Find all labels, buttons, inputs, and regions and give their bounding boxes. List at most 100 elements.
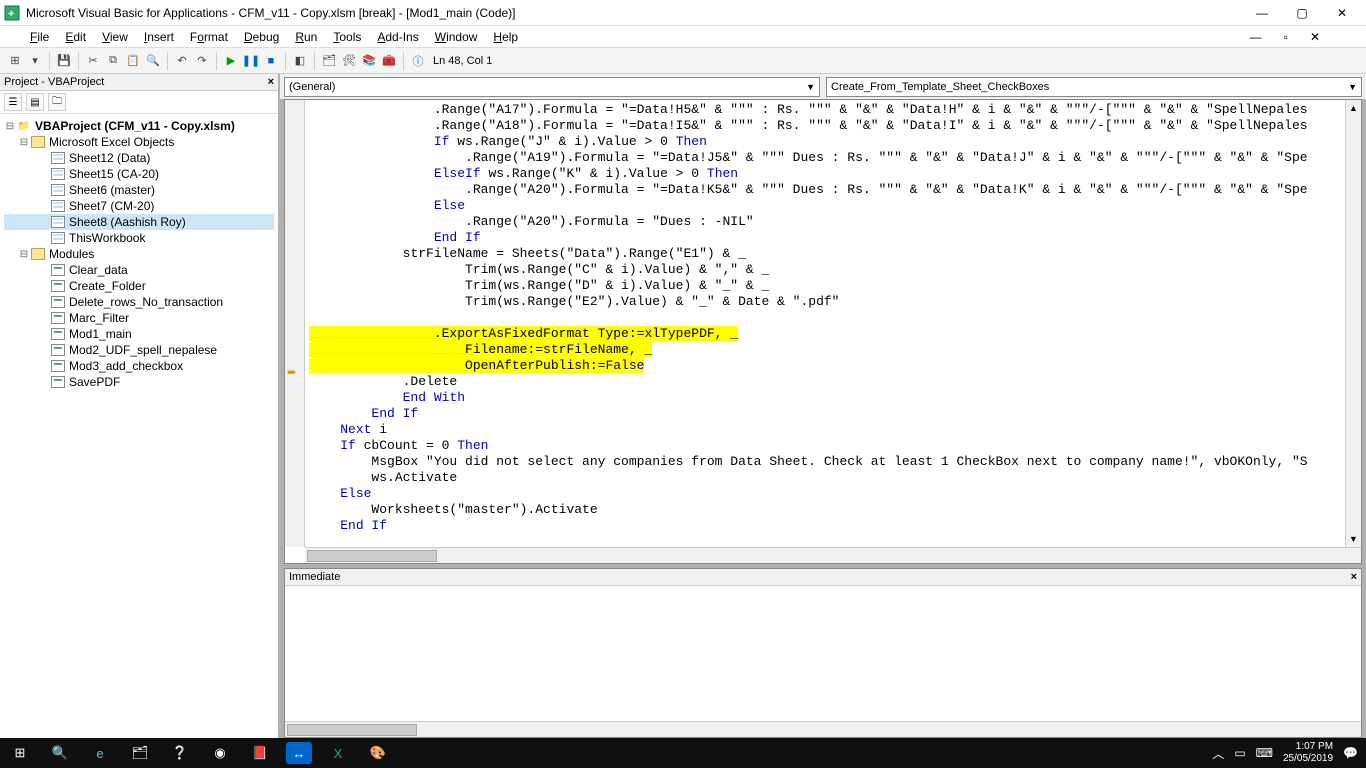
svg-text:✦: ✦: [7, 9, 15, 20]
code-gutter: ➨: [285, 100, 305, 547]
tree-sheet-item[interactable]: Sheet12 (Data): [4, 150, 274, 166]
save-icon[interactable]: 💾: [55, 52, 73, 70]
excel-icon[interactable]: X: [318, 738, 358, 768]
window-controls: — ▢ ✕: [1242, 0, 1362, 25]
menu-format[interactable]: Format: [190, 30, 228, 44]
tray-battery-icon[interactable]: ▭: [1234, 746, 1245, 760]
find-icon[interactable]: 🔍: [144, 52, 162, 70]
mdi-close[interactable]: ✕: [1310, 30, 1320, 44]
properties-icon[interactable]: 🛠: [340, 52, 358, 70]
immediate-input[interactable]: [285, 586, 1361, 721]
modules-label: Modules: [49, 247, 94, 261]
scroll-up-icon[interactable]: ▲: [1346, 100, 1361, 116]
menu-run[interactable]: Run: [295, 30, 317, 44]
cut-icon[interactable]: ✂: [84, 52, 102, 70]
menu-debug[interactable]: Debug: [244, 30, 279, 44]
view-object-icon[interactable]: ▤: [26, 93, 44, 111]
tree-module-item[interactable]: Clear_data: [4, 262, 274, 278]
menu-tools[interactable]: Tools: [333, 30, 361, 44]
project-explorer-icon[interactable]: 🗂: [320, 52, 338, 70]
redo-icon[interactable]: ↷: [193, 52, 211, 70]
menu-bar: File Edit View Insert Format Debug Run T…: [0, 26, 1366, 48]
help-icon[interactable]: ⓘ: [409, 52, 427, 70]
help-taskbar-icon[interactable]: ❔: [160, 738, 200, 768]
taskbar-clock[interactable]: 1:07 PM 25/05/2019: [1283, 741, 1333, 765]
tree-sheet-item[interactable]: Sheet6 (master): [4, 182, 274, 198]
project-pane-close-icon[interactable]: ×: [268, 76, 274, 88]
tree-module-item[interactable]: Mod1_main: [4, 326, 274, 342]
menu-help[interactable]: Help: [493, 30, 518, 44]
minimize-button[interactable]: —: [1242, 0, 1282, 25]
scroll-down-icon[interactable]: ▼: [1346, 531, 1361, 547]
tree-sheet-item[interactable]: Sheet15 (CA-20): [4, 166, 274, 182]
menu-window[interactable]: Window: [435, 30, 478, 44]
window-title: Microsoft Visual Basic for Applications …: [26, 6, 1242, 20]
start-button[interactable]: ⊞: [0, 738, 40, 768]
project-pane-title-bar: Project - VBAProject ×: [0, 74, 278, 91]
maximize-button[interactable]: ▢: [1282, 0, 1322, 25]
title-bar: ✦ Microsoft Visual Basic for Application…: [0, 0, 1366, 26]
app-icon: ✦: [4, 5, 20, 21]
tree-module-item[interactable]: SavePDF: [4, 374, 274, 390]
tree-module-item[interactable]: Delete_rows_No_transaction: [4, 294, 274, 310]
clock-time: 1:07 PM: [1283, 741, 1333, 753]
run-icon[interactable]: ▶: [222, 52, 240, 70]
reset-icon[interactable]: ■: [262, 52, 280, 70]
object-browser-icon[interactable]: 📚: [360, 52, 378, 70]
toolbox-icon[interactable]: 🧰: [380, 52, 398, 70]
toggle-folders-icon[interactable]: 🗀: [48, 93, 66, 111]
tree-module-item[interactable]: Mod3_add_checkbox: [4, 358, 274, 374]
object-combo[interactable]: (General)▼: [284, 77, 820, 97]
view-code-icon[interactable]: ☰: [4, 93, 22, 111]
excel-objects-label: Microsoft Excel Objects: [49, 135, 174, 149]
system-tray: ︿ ▭ ⌨ 1:07 PM 25/05/2019 💬: [1212, 741, 1366, 765]
immediate-close-icon[interactable]: ×: [1351, 571, 1357, 583]
paint-icon[interactable]: 🎨: [358, 738, 398, 768]
design-mode-icon[interactable]: ◧: [291, 52, 309, 70]
menu-file[interactable]: File: [30, 30, 49, 44]
mdi-controls: — ▫ ✕: [1250, 30, 1336, 44]
insert-dropdown-icon[interactable]: ▾: [26, 52, 44, 70]
view-excel-icon[interactable]: ⊞: [6, 52, 24, 70]
menu-view[interactable]: View: [102, 30, 128, 44]
mdi-restore[interactable]: ▫: [1284, 30, 1288, 44]
undo-icon[interactable]: ↶: [173, 52, 191, 70]
code-horizontal-scrollbar[interactable]: [305, 547, 1361, 563]
procedure-combo[interactable]: Create_From_Template_Sheet_CheckBoxes▼: [826, 77, 1362, 97]
menu-addins[interactable]: Add-Ins: [377, 30, 418, 44]
notifications-icon[interactable]: 💬: [1343, 746, 1358, 760]
immediate-pane: Immediate ×: [284, 568, 1362, 738]
project-tree[interactable]: ⊟📁 VBAProject (CFM_v11 - Copy.xlsm) ⊟ Mi…: [0, 114, 278, 738]
copy-icon[interactable]: ⧉: [104, 52, 122, 70]
tree-module-item[interactable]: Mod2_UDF_spell_nepalese: [4, 342, 274, 358]
search-icon[interactable]: 🔍: [40, 738, 80, 768]
chrome-icon[interactable]: ◉: [200, 738, 240, 768]
immediate-title-bar: Immediate ×: [285, 569, 1361, 586]
tree-excel-objects[interactable]: ⊟ Microsoft Excel Objects: [4, 134, 274, 150]
menu-edit[interactable]: Edit: [65, 30, 86, 44]
teamviewer-icon[interactable]: ↔: [286, 742, 312, 764]
tree-root[interactable]: ⊟📁 VBAProject (CFM_v11 - Copy.xlsm): [4, 118, 274, 134]
code-vertical-scrollbar[interactable]: ▲ ▼: [1345, 100, 1361, 547]
tree-module-item[interactable]: Marc_Filter: [4, 310, 274, 326]
code-editor[interactable]: ➨ .Range("A17").Formula = "=Data!H5&" & …: [284, 99, 1362, 564]
file-explorer-icon[interactable]: 🗂: [120, 738, 160, 768]
clock-date: 25/05/2019: [1283, 753, 1333, 765]
tree-sheet-item[interactable]: ThisWorkbook: [4, 230, 274, 246]
immediate-horizontal-scrollbar[interactable]: [285, 721, 1361, 737]
tree-modules-folder[interactable]: ⊟ Modules: [4, 246, 274, 262]
tray-chevron-icon[interactable]: ︿: [1212, 745, 1224, 762]
toolbar: ⊞ ▾ 💾 ✂ ⧉ 📋 🔍 ↶ ↷ ▶ ❚❚ ■ ◧ 🗂 🛠 📚 🧰 ⓘ Ln …: [0, 48, 1366, 74]
tray-keyboard-icon[interactable]: ⌨: [1256, 746, 1273, 760]
tree-module-item[interactable]: Create_Folder: [4, 278, 274, 294]
close-button[interactable]: ✕: [1322, 0, 1362, 25]
immediate-title: Immediate: [289, 571, 340, 583]
menu-insert[interactable]: Insert: [144, 30, 174, 44]
edge-icon[interactable]: e: [80, 738, 120, 768]
app-icon-1[interactable]: 📕: [240, 738, 280, 768]
paste-icon[interactable]: 📋: [124, 52, 142, 70]
break-icon[interactable]: ❚❚: [242, 52, 260, 70]
mdi-minimize[interactable]: —: [1250, 30, 1262, 44]
tree-sheet-item[interactable]: Sheet8 (Aashish Roy): [4, 214, 274, 230]
tree-sheet-item[interactable]: Sheet7 (CM-20): [4, 198, 274, 214]
